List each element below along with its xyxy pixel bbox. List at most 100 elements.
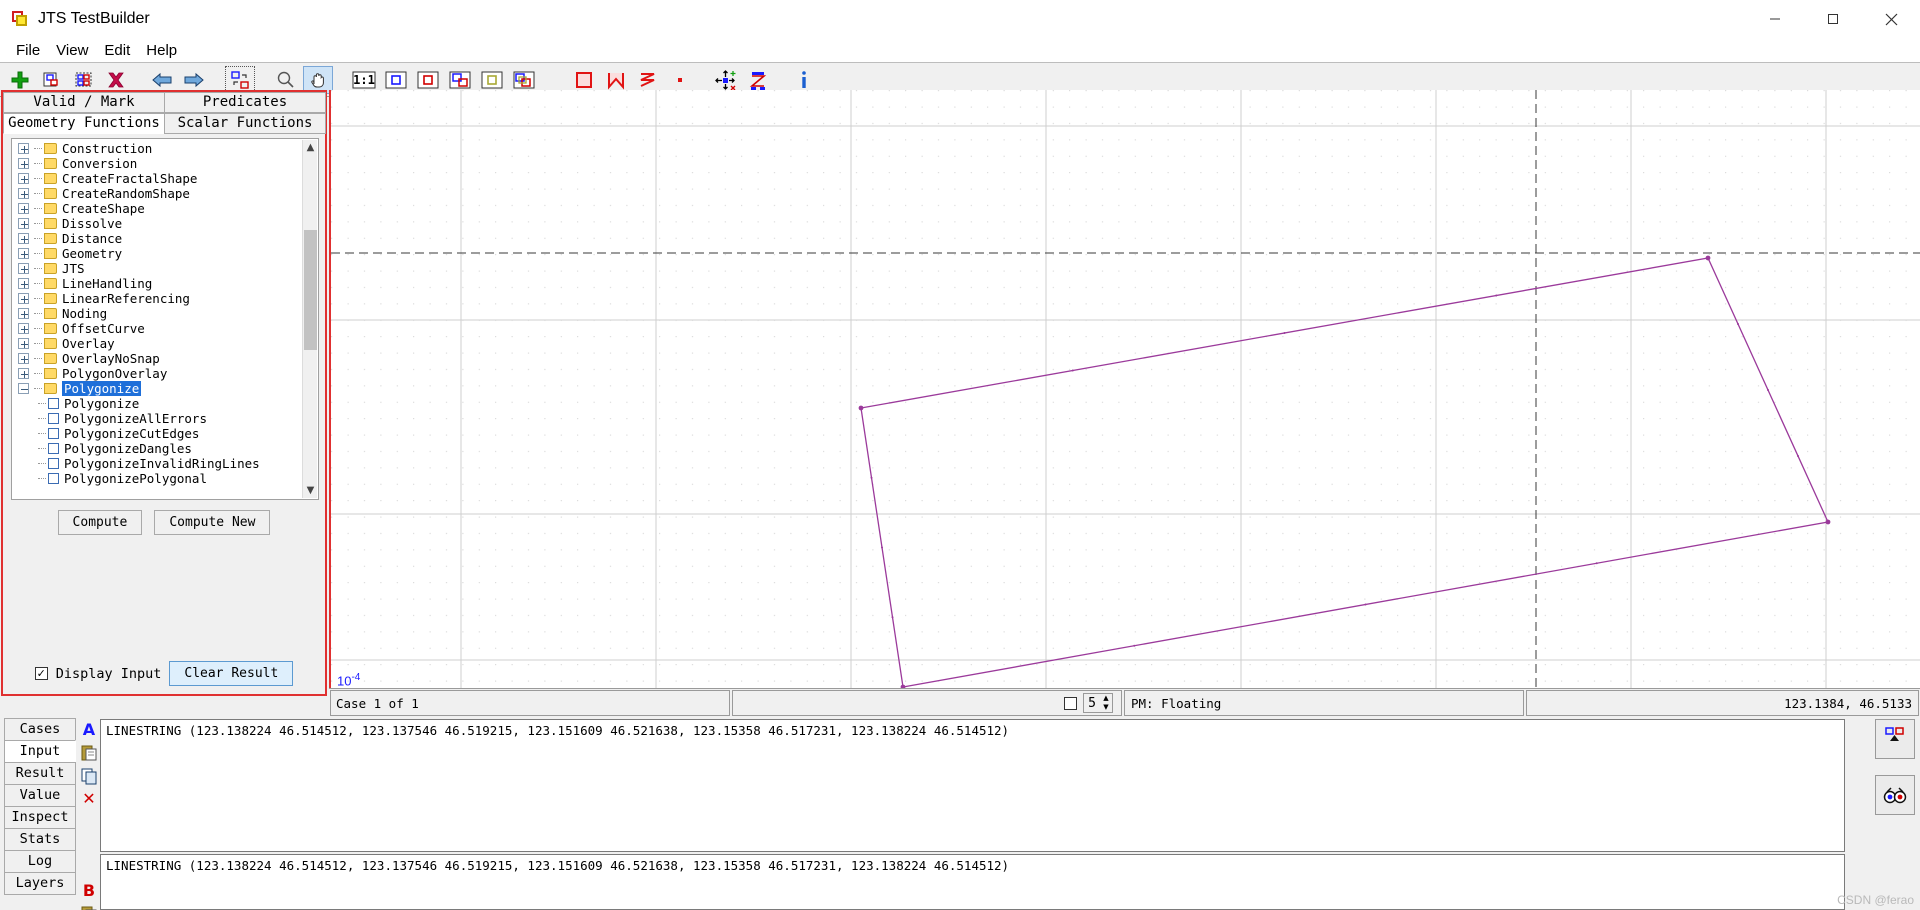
tree-item[interactable]: Construction <box>12 141 302 156</box>
geometry-vertex[interactable] <box>1705 255 1711 261</box>
function-leaf-icon[interactable] <box>48 428 59 439</box>
maximize-button[interactable] <box>1804 0 1862 38</box>
inspect-geometry-button[interactable] <box>1875 775 1915 815</box>
bottom-tab-inspect[interactable]: Inspect <box>4 806 76 829</box>
bottom-tab-layers[interactable]: Layers <box>4 872 76 895</box>
tree-item[interactable]: Noding <box>12 306 302 321</box>
decimal-places-spinner[interactable]: 5 ▲ ▼ <box>1083 693 1113 713</box>
tree-item[interactable]: Distance <box>12 231 302 246</box>
expand-icon[interactable] <box>18 308 29 319</box>
expand-icon[interactable] <box>18 173 29 184</box>
expand-icon[interactable] <box>18 368 29 379</box>
tab-predicates[interactable]: Predicates <box>164 92 326 113</box>
tree-item-label: Noding <box>62 306 108 321</box>
tree-item[interactable]: OverlayNoSnap <box>12 351 302 366</box>
paste-geometry-b-icon[interactable] <box>76 902 102 910</box>
close-button[interactable] <box>1862 0 1920 38</box>
bottom-tab-input[interactable]: Input <box>4 740 76 763</box>
scrollbar-thumb[interactable] <box>304 230 317 350</box>
expand-icon[interactable] <box>18 293 29 304</box>
tree-item[interactable]: JTS <box>12 261 302 276</box>
menu-item-edit[interactable]: Edit <box>96 40 138 61</box>
function-leaf-icon[interactable] <box>48 473 59 484</box>
load-geometry-button[interactable] <box>1875 719 1915 759</box>
tree-item[interactable]: CreateRandomShape <box>12 186 302 201</box>
clear-result-button[interactable]: Clear Result <box>169 661 294 686</box>
copy-geometry-a-icon[interactable] <box>76 764 102 787</box>
compute-button[interactable]: Compute <box>57 510 143 535</box>
minimize-button[interactable] <box>1746 0 1804 38</box>
app-icon <box>12 11 28 27</box>
geometry-a-textarea[interactable]: LINESTRING (123.138224 46.514512, 123.13… <box>100 719 1845 852</box>
tree-item[interactable]: Polygonize <box>12 381 302 396</box>
expand-icon[interactable] <box>18 203 29 214</box>
tab-geometry-functions[interactable]: Geometry Functions <box>3 113 165 134</box>
function-tree[interactable]: Construction Conversion CreateFractalShape… <box>11 138 319 500</box>
expand-icon[interactable] <box>18 188 29 199</box>
paste-geometry-a-icon[interactable] <box>76 741 102 764</box>
tree-item[interactable]: PolygonOverlay <box>12 366 302 381</box>
geometry-canvas[interactable]: 10-4 <box>329 90 1920 696</box>
menu-item-view[interactable]: View <box>48 40 96 61</box>
menu-item-help[interactable]: Help <box>138 40 185 61</box>
bottom-tab-label: Stats <box>19 831 61 847</box>
expand-icon[interactable] <box>18 143 29 154</box>
bottom-tab-stats[interactable]: Stats <box>4 828 76 851</box>
bottom-tab-cases[interactable]: Cases <box>4 718 76 741</box>
geometry-vertex[interactable] <box>1825 519 1831 525</box>
spinner-up-icon[interactable]: ▲ <box>1100 694 1112 703</box>
geometry-vertex[interactable] <box>858 405 864 411</box>
scroll-down-icon[interactable]: ▼ <box>303 483 318 498</box>
display-input-checkbox[interactable]: ✓ <box>34 667 48 680</box>
tree-item[interactable]: Conversion <box>12 156 302 171</box>
expand-icon[interactable] <box>18 263 29 274</box>
expand-icon[interactable] <box>18 338 29 349</box>
menu-item-file[interactable]: File <box>8 40 48 61</box>
tree-item[interactable]: CreateShape <box>12 201 302 216</box>
clear-geometry-a-icon[interactable]: ✕ <box>76 787 102 810</box>
status-checkbox[interactable] <box>1064 696 1078 710</box>
expand-icon[interactable] <box>18 218 29 229</box>
bottom-tab-result[interactable]: Result <box>4 762 76 785</box>
function-leaf-icon[interactable] <box>48 458 59 469</box>
tree-item[interactable]: PolygonizeInvalidRingLines <box>12 456 302 471</box>
tree-item[interactable]: LineHandling <box>12 276 302 291</box>
tree-item[interactable]: OffsetCurve <box>12 321 302 336</box>
tree-item[interactable]: PolygonizeAllErrors <box>12 411 302 426</box>
expand-icon[interactable] <box>18 233 29 244</box>
expand-icon[interactable] <box>18 158 29 169</box>
function-leaf-icon[interactable] <box>48 413 59 424</box>
function-leaf-icon[interactable] <box>48 443 59 454</box>
tree-item[interactable]: Geometry <box>12 246 302 261</box>
folder-icon <box>44 203 57 214</box>
expand-icon[interactable] <box>18 248 29 259</box>
scroll-up-icon[interactable]: ▲ <box>303 140 318 155</box>
compute-new-button[interactable]: Compute New <box>154 510 271 535</box>
tree-item-label: OffsetCurve <box>62 321 145 336</box>
bottom-tab-log[interactable]: Log <box>4 850 76 873</box>
tree-item[interactable]: Overlay <box>12 336 302 351</box>
geometry-b-textarea[interactable]: LINESTRING (123.138224 46.514512, 123.13… <box>100 854 1845 910</box>
tree-connector <box>34 298 42 299</box>
tree-item[interactable]: PolygonizePolygonal <box>12 471 302 486</box>
bottom-tab-value[interactable]: Value <box>4 784 76 807</box>
tree-item[interactable]: CreateFractalShape <box>12 171 302 186</box>
function-leaf-icon[interactable] <box>48 398 59 409</box>
expand-icon[interactable] <box>18 323 29 334</box>
expand-icon[interactable] <box>18 353 29 364</box>
spinner-arrows[interactable]: ▲ ▼ <box>1100 694 1112 712</box>
tree-item[interactable]: Polygonize <box>12 396 302 411</box>
expand-icon[interactable] <box>18 278 29 289</box>
collapse-icon[interactable] <box>18 383 29 394</box>
tree-item[interactable]: Dissolve <box>12 216 302 231</box>
tree-item[interactable]: PolygonizeCutEdges <box>12 426 302 441</box>
folder-icon <box>44 368 57 379</box>
folder-icon <box>44 338 57 349</box>
tree-item[interactable]: LinearReferencing <box>12 291 302 306</box>
tab-scalar-functions[interactable]: Scalar Functions <box>164 113 326 134</box>
tab-valid-mark[interactable]: Valid / Mark <box>3 92 165 113</box>
spinner-down-icon[interactable]: ▼ <box>1100 703 1112 712</box>
canvas-svg[interactable] <box>331 90 1920 696</box>
function-tree-scrollbar[interactable]: ▲ ▼ <box>302 140 317 498</box>
tree-item[interactable]: PolygonizeDangles <box>12 441 302 456</box>
